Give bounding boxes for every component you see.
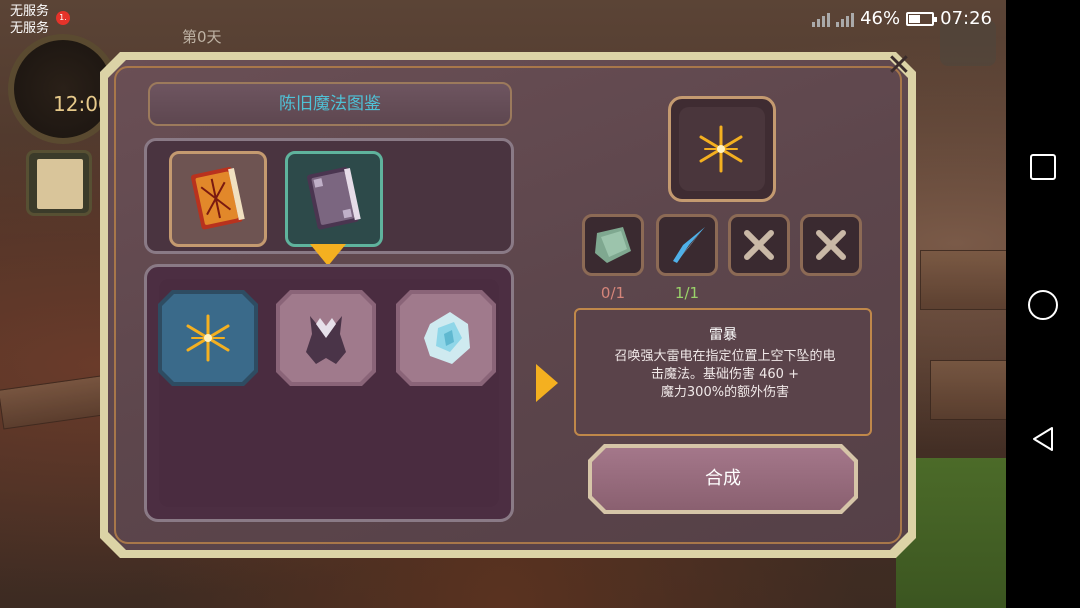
arrow-right-icon bbox=[536, 364, 558, 402]
book-tabs bbox=[144, 138, 514, 254]
spell-slot-inner bbox=[400, 294, 492, 382]
spell-description-box: 雷暴 召唤强大雷电在指定位置上空下坠的电 击魔法。基础伤害 460 + 魔力30… bbox=[574, 308, 872, 436]
ingredient-count: 0/1 bbox=[600, 284, 626, 302]
ingredient-slot[interactable] bbox=[656, 214, 718, 276]
battery-icon bbox=[906, 11, 938, 26]
carrier-info: 无服务 无服务 bbox=[10, 3, 49, 37]
ingredient-count: 1/1 bbox=[674, 284, 700, 302]
result-slot bbox=[668, 96, 776, 202]
selected-book-indicator bbox=[310, 244, 346, 266]
thunderstorm-spell-icon bbox=[162, 294, 254, 382]
empty-slot-icon bbox=[816, 230, 846, 260]
craft-button-inner: 合成 bbox=[592, 448, 854, 510]
lightning-shard-icon bbox=[673, 227, 705, 263]
jade-fragment-icon bbox=[595, 227, 631, 263]
dialog-title: 陈旧魔法图鉴 bbox=[279, 94, 381, 114]
thunderstorm-spell-icon bbox=[699, 125, 743, 173]
back-button[interactable] bbox=[1028, 424, 1058, 454]
book-tab[interactable] bbox=[285, 151, 383, 247]
back-icon bbox=[1033, 427, 1053, 451]
background-plank bbox=[930, 360, 1006, 420]
spell-description: 召唤强大雷电在指定位置上空下坠的电 击魔法。基础伤害 460 + 魔力300%的… bbox=[586, 348, 864, 402]
spell-slot[interactable] bbox=[396, 290, 496, 386]
home-button[interactable] bbox=[1028, 290, 1058, 320]
recent-apps-button[interactable] bbox=[1030, 154, 1056, 180]
close-button[interactable]: ✕ bbox=[884, 51, 914, 82]
red-spellbook-icon bbox=[191, 167, 245, 230]
craft-button-label: 合成 bbox=[705, 468, 741, 489]
quest-note-button[interactable] bbox=[26, 150, 92, 216]
status-icons: 46% 07:26 bbox=[812, 8, 992, 29]
purple-spellbook-icon bbox=[307, 167, 361, 230]
ingredient-slot[interactable] bbox=[800, 214, 862, 276]
craft-button[interactable]: 合成 bbox=[588, 444, 858, 514]
spell-description-line: 魔力300%的额外伤害 bbox=[660, 385, 790, 400]
spell-slot[interactable] bbox=[158, 290, 258, 386]
spell-slot-inner bbox=[162, 294, 254, 382]
status-bar: 无服务 无服务 1. 46% 07:26 bbox=[0, 0, 1006, 40]
spell-slot-inner bbox=[280, 294, 372, 382]
result-slot-inner bbox=[679, 107, 765, 191]
spell-name: 雷暴 bbox=[709, 327, 737, 343]
spell-description-line: 击魔法。基础伤害 460 + bbox=[651, 367, 799, 382]
spell-slot[interactable] bbox=[276, 290, 376, 386]
carrier-label: 无服务 bbox=[10, 21, 50, 36]
background-plank bbox=[920, 250, 1006, 310]
system-navigation-bar bbox=[1006, 0, 1080, 608]
ingredient-slot[interactable] bbox=[582, 214, 644, 276]
book-tab[interactable] bbox=[169, 151, 267, 247]
ice-crystal-spell-icon bbox=[400, 294, 492, 382]
close-icon: ✕ bbox=[886, 48, 912, 83]
empty-slot-icon bbox=[744, 230, 774, 260]
ingredient-slot[interactable] bbox=[728, 214, 790, 276]
signal-icon bbox=[812, 11, 831, 27]
battery-percent: 46% bbox=[860, 8, 901, 29]
clock: 07:26 bbox=[940, 8, 992, 29]
notification-badge: 1. bbox=[56, 11, 70, 25]
spell-description-line: 召唤强大雷电在指定位置上空下坠的电 bbox=[614, 349, 836, 364]
phantom-bat-spell-icon bbox=[280, 294, 372, 382]
signal-icon bbox=[836, 11, 855, 27]
carrier-label: 无服务 bbox=[10, 4, 50, 19]
title-banner: 陈旧魔法图鉴 bbox=[148, 82, 512, 126]
note-paper-icon bbox=[37, 159, 83, 209]
